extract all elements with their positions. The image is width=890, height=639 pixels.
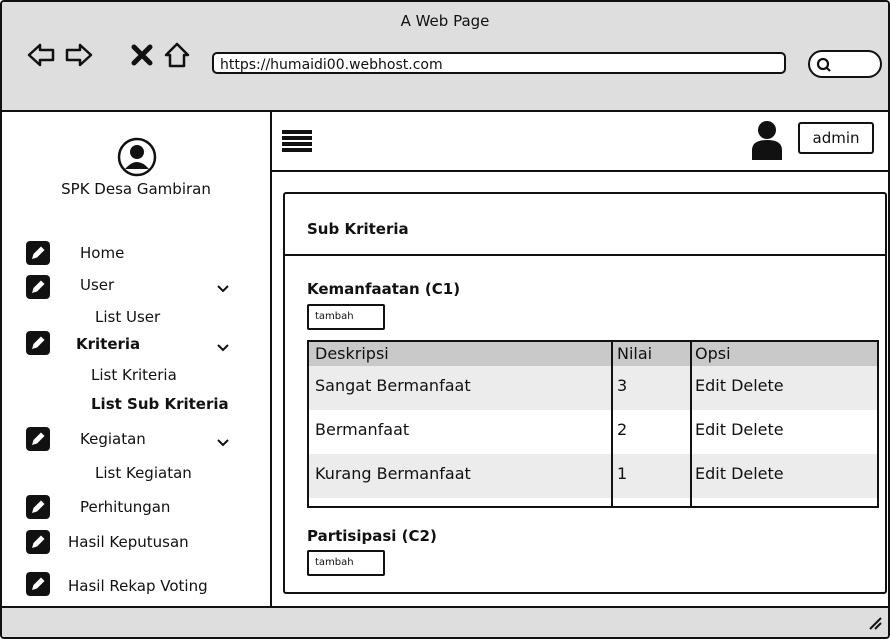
sidebar-item-user[interactable]: User: [80, 276, 114, 294]
home-icon[interactable]: [162, 40, 192, 70]
divider: [285, 254, 885, 256]
sidebar-item-kegiatan[interactable]: Kegiatan: [80, 430, 146, 448]
cell-opsi-actions[interactable]: Edit Delete: [695, 464, 784, 483]
tambah-button[interactable]: tambah: [307, 304, 385, 330]
sidebar-item-list-kegiatan[interactable]: List Kegiatan: [95, 464, 192, 482]
sidebar-item-list-sub-kriteria[interactable]: List Sub Kriteria: [91, 395, 229, 413]
column-header-nilai: Nilai: [617, 344, 653, 363]
username-label[interactable]: admin: [798, 122, 874, 154]
window-title: A Web Page: [400, 12, 490, 30]
sidebar: SPK Desa Gambiran Home User List User Kr…: [2, 112, 272, 606]
cell-opsi-actions[interactable]: Edit Delete: [695, 376, 784, 395]
column-header-opsi: Opsi: [695, 344, 731, 363]
app-header: admin: [272, 112, 888, 172]
cell-nilai: 3: [617, 376, 628, 395]
column-divider: [611, 342, 613, 506]
url-input[interactable]: https://humaidi00.webhost.com: [212, 52, 786, 74]
table-header: Deskripsi Nilai Opsi: [309, 342, 877, 366]
user-icon[interactable]: [750, 120, 784, 160]
browser-window: A Web Page https://humaidi00.webhost.com: [0, 0, 890, 639]
tambah-button[interactable]: tambah: [307, 550, 385, 576]
edit-icon: [26, 495, 50, 519]
table-row: Kurang Bermanfaat 1 Edit Delete: [309, 454, 877, 498]
edit-icon: [26, 572, 50, 596]
sidebar-item-perhitungan[interactable]: Perhitungan: [80, 498, 170, 516]
resize-grip-icon[interactable]: [868, 616, 882, 630]
edit-icon: [26, 331, 50, 355]
content-panel: Sub Kriteria Kemanfaatan (C1) tambah Des…: [283, 192, 887, 594]
sidebar-item-kriteria[interactable]: Kriteria: [76, 335, 140, 353]
chevron-down-icon[interactable]: [216, 343, 230, 353]
section-title-c1: Kemanfaatan (C1): [307, 280, 461, 298]
sidebar-item-home[interactable]: Home: [80, 244, 124, 262]
edit-icon: [26, 275, 50, 299]
edit-icon: [26, 530, 50, 554]
cell-deskripsi: Sangat Bermanfaat: [315, 376, 471, 395]
cell-opsi-actions[interactable]: Edit Delete: [695, 420, 784, 439]
sub-kriteria-table: Deskripsi Nilai Opsi Sangat Bermanfaat 3…: [307, 340, 879, 508]
back-arrow-icon[interactable]: [26, 40, 56, 70]
section-title-c2: Partisipasi (C2): [307, 527, 437, 545]
avatar-icon: [117, 137, 157, 177]
cell-deskripsi: Kurang Bermanfaat: [315, 464, 471, 483]
cell-deskripsi: Bermanfaat: [315, 420, 410, 439]
browser-search-button[interactable]: [808, 50, 882, 78]
column-divider: [690, 342, 692, 506]
hamburger-menu-icon[interactable]: [282, 130, 312, 152]
status-bar: [2, 606, 888, 637]
cell-nilai: 2: [617, 420, 628, 439]
column-header-deskripsi: Deskripsi: [315, 344, 389, 363]
search-icon: [816, 57, 831, 72]
close-icon[interactable]: [127, 40, 157, 70]
edit-icon: [26, 427, 50, 451]
table-row: Sangat Bermanfaat 3 Edit Delete: [309, 366, 877, 410]
page-title: Sub Kriteria: [307, 220, 409, 238]
browser-toolbar: A Web Page https://humaidi00.webhost.com: [2, 2, 888, 112]
cell-nilai: 1: [617, 464, 628, 483]
sidebar-item-hasil-rekap-voting[interactable]: Hasil Rekap Voting: [68, 577, 208, 595]
sidebar-item-hasil-keputusan[interactable]: Hasil Keputusan: [68, 533, 189, 551]
edit-icon: [26, 241, 50, 265]
brand-name: SPK Desa Gambiran: [61, 180, 211, 198]
forward-arrow-icon[interactable]: [64, 40, 94, 70]
table-row: Bermanfaat 2 Edit Delete: [309, 410, 877, 454]
sidebar-item-list-user[interactable]: List User: [95, 308, 160, 326]
sidebar-item-list-kriteria[interactable]: List Kriteria: [91, 366, 177, 384]
chevron-down-icon[interactable]: [216, 438, 230, 448]
chevron-down-icon[interactable]: [216, 284, 230, 294]
